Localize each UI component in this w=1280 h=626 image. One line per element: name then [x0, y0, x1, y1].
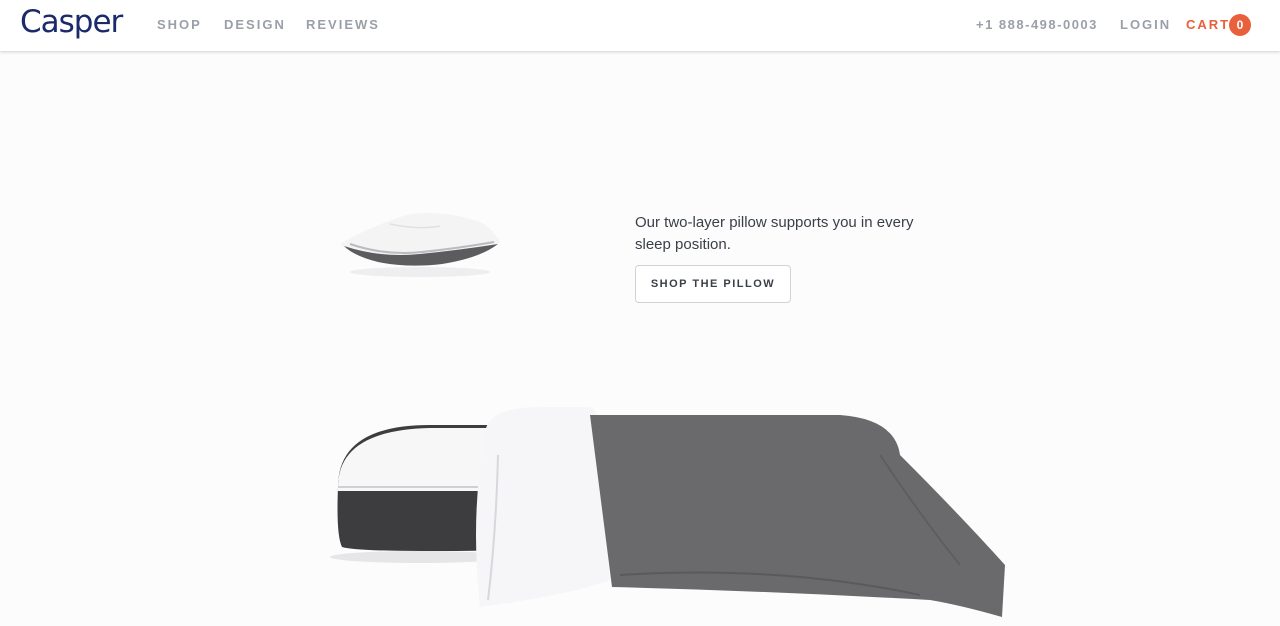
cart-count-badge[interactable]: 0 [1229, 14, 1251, 36]
casper-logo[interactable]: Casper [20, 4, 123, 40]
pillow-image [340, 213, 500, 277]
nav-design[interactable]: DESIGN [224, 17, 286, 32]
phone-number[interactable]: +1 888-498-0003 [976, 17, 1098, 32]
nav-reviews[interactable]: REVIEWS [306, 17, 380, 32]
nav-shop[interactable]: SHOP [157, 17, 202, 32]
shop-the-pillow-button[interactable]: SHOP THE PILLOW [635, 265, 791, 303]
pillow-tagline: Our two-layer pillow supports you in eve… [635, 214, 914, 253]
cart-link[interactable]: CART [1186, 17, 1230, 32]
login-link[interactable]: LOGIN [1120, 17, 1171, 32]
bed-image [330, 406, 1005, 617]
top-nav-bar: Casper SHOP DESIGN REVIEWS +1 888-498-00… [0, 0, 1280, 51]
